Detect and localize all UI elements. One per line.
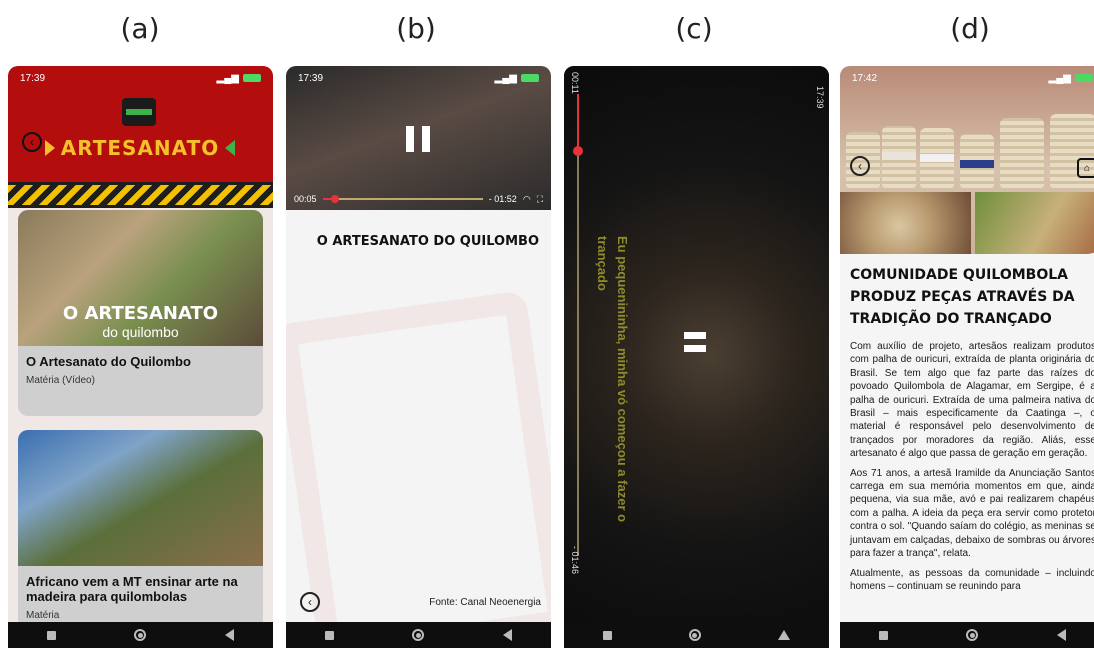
battery-icon — [521, 74, 539, 82]
article-card[interactable]: Africano vem a MT ensinar arte na madeir… — [18, 430, 263, 630]
pause-icon[interactable] — [406, 126, 430, 152]
paragraph: Atualmente, as pessoas da comunidade – i… — [850, 567, 1094, 592]
system-nav-bar — [8, 622, 273, 648]
card-title: Africano vem a MT ensinar arte na madeir… — [26, 574, 238, 604]
nav-home-icon[interactable] — [966, 629, 979, 641]
panel-label-d: (d) — [950, 12, 990, 45]
thumbnail-image — [840, 192, 971, 254]
video-progress: 00:05 - 01:52 ◠ ⛶ — [294, 192, 543, 206]
panel-label-a: (a) — [120, 12, 160, 45]
nav-back-icon[interactable] — [502, 629, 512, 641]
pattern-border — [8, 182, 273, 208]
pause-icon[interactable] — [684, 332, 706, 352]
basket-band — [920, 154, 954, 162]
battery-icon — [1075, 74, 1093, 82]
basket-image — [960, 134, 994, 188]
basket-image — [920, 128, 954, 188]
elapsed-time: 00:05 — [294, 194, 317, 204]
signal-icon: ▂▄▆ — [494, 72, 517, 84]
basket-band — [882, 152, 916, 160]
video-player[interactable]: 17:39 ▂▄▆ 00:05 - 01:52 ◠ ⛶ — [286, 66, 551, 210]
card-image — [18, 430, 263, 566]
paragraph: Com auxílio de projeto, artesãos realiza… — [850, 341, 1094, 460]
system-nav-bar — [286, 622, 551, 648]
nav-recent-icon[interactable] — [47, 630, 57, 640]
status-bar: 17:39 ▂▄▆ — [286, 66, 551, 90]
seek-fill — [577, 94, 579, 150]
system-nav-bar — [840, 622, 1094, 648]
article-card[interactable]: O ARTESANATO do quilombo O Artesanato do… — [18, 210, 263, 416]
nav-home-icon[interactable] — [688, 629, 701, 641]
system-nav-bar — [564, 622, 829, 648]
remaining-time: - 01:46 — [570, 546, 580, 575]
nav-recent-icon[interactable] — [602, 630, 612, 640]
card-subtitle: Matéria (Vídeo) — [26, 375, 95, 386]
phone-screen-a: 17:39 ▂▄▆ ‹ ARTESANATO O ARTESANATO do q… — [8, 66, 273, 648]
remaining-time: - 01:52 — [488, 194, 517, 204]
nav-back-icon[interactable] — [224, 629, 234, 641]
nav-recent-icon[interactable] — [879, 630, 889, 640]
image-title: O ARTESANATO — [62, 303, 219, 324]
triangle-left-icon — [44, 140, 55, 156]
nav-back-icon[interactable] — [778, 630, 791, 640]
signal-icon: ▂▄▆ — [1048, 72, 1071, 84]
back-icon: ‹ — [308, 595, 312, 609]
back-button[interactable]: ‹ — [850, 156, 870, 176]
panel-label-b: (b) — [396, 12, 436, 45]
signal-icon: ▂▄▆ — [216, 72, 239, 84]
status-time: 17:39 — [815, 86, 825, 109]
status-bar: 17:42 ▂▄▆ — [840, 66, 1094, 90]
back-button[interactable]: ‹ — [22, 132, 42, 152]
basket-image — [882, 126, 916, 188]
home-button[interactable]: ⌂ — [1077, 158, 1094, 178]
image-subtitle: do quilombo — [102, 324, 179, 340]
phone-screen-c: 00:11 - 01:46 Eu pequenininha, minha vó … — [564, 66, 829, 648]
nav-home-icon[interactable] — [412, 629, 425, 641]
artesanato-logo: ARTESANATO — [44, 134, 236, 162]
seek-bar[interactable] — [322, 195, 483, 203]
nav-back-icon[interactable] — [1056, 629, 1066, 641]
basket-image — [1000, 118, 1044, 188]
phone-screen-b: 17:39 ▂▄▆ 00:05 - 01:52 ◠ ⛶ O ARTESANATO… — [286, 66, 551, 648]
elapsed-time: 00:11 — [570, 72, 580, 94]
back-icon: ‹ — [30, 135, 34, 149]
fullscreen-icon[interactable]: ⛶ — [537, 194, 543, 205]
status-time: 17:42 — [852, 72, 878, 84]
seek-thumb[interactable] — [331, 195, 340, 203]
nav-home-icon[interactable] — [134, 629, 147, 641]
triangle-right-icon — [225, 140, 236, 156]
decorative-shape — [286, 289, 551, 648]
drum-logo-icon — [122, 98, 156, 126]
basket-band — [960, 160, 994, 168]
hero-image: 17:42 ▂▄▆ ‹ ⌂ — [840, 66, 1094, 254]
logo-text: ARTESANATO — [60, 136, 220, 160]
home-icon: ⌂ — [1083, 162, 1091, 174]
video-title: O ARTESANATO DO QUILOMBO — [316, 234, 539, 249]
panel-label-c: (c) — [675, 12, 713, 45]
status-time: 17:39 — [298, 72, 324, 84]
article-title: COMUNIDADE QUILOMBOLA PRODUZ PEÇAS ATRAV… — [850, 267, 1075, 327]
battery-icon — [243, 74, 261, 82]
status-bar: 17:39 ▂▄▆ — [8, 66, 273, 90]
paragraph: Aos 71 anos, a artesã Iramilde da Anunci… — [850, 467, 1094, 560]
seek-thumb[interactable] — [573, 146, 583, 156]
source-credit: Fonte: Canal Neoenergia — [429, 597, 541, 608]
seek-bar[interactable] — [577, 94, 579, 556]
article-body: Com auxílio de projeto, artesãos realiza… — [850, 340, 1094, 599]
back-button[interactable]: ‹ — [300, 592, 320, 612]
card-image: O ARTESANATO do quilombo — [18, 210, 263, 346]
back-icon: ‹ — [858, 159, 862, 173]
card-title: O Artesanato do Quilombo — [26, 354, 191, 369]
status-time: 17:39 — [20, 72, 46, 84]
header-banner: 17:39 ▂▄▆ ‹ ARTESANATO — [8, 66, 273, 208]
nav-recent-icon[interactable] — [325, 630, 335, 640]
speed-icon[interactable]: ◠ — [523, 194, 531, 205]
subtitle-caption: Eu pequenininha, minha vó começou a faze… — [595, 236, 630, 523]
thumbnail-image — [974, 192, 1094, 254]
phone-screen-d: 17:42 ▂▄▆ ‹ ⌂ COMUNIDADE QUILOMBOLA PROD… — [840, 66, 1094, 648]
